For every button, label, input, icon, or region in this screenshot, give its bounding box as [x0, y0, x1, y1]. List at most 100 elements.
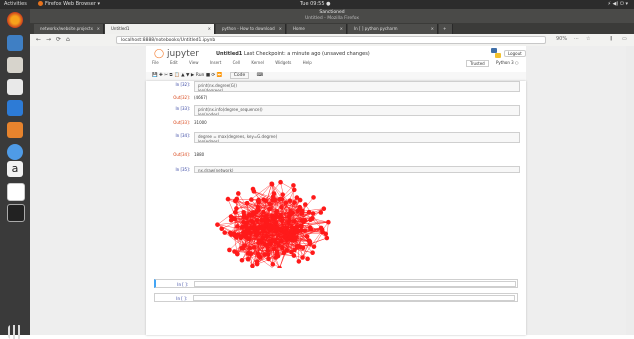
library-icon[interactable]: ⫼: [610, 36, 612, 42]
close-icon[interactable]: ×: [97, 24, 100, 34]
graph-node: [279, 205, 284, 210]
show-apps-icon[interactable]: [8, 325, 22, 339]
app-menu[interactable]: Firefox Web Browser ▾: [38, 1, 100, 7]
graph-node: [271, 262, 276, 267]
graph-node: [322, 206, 327, 211]
graph-node: [301, 246, 306, 251]
graph-node: [232, 231, 237, 236]
graph-node: [264, 219, 269, 224]
menu-widgets[interactable]: Widgets: [275, 60, 291, 65]
activities-button[interactable]: Activities: [4, 1, 27, 7]
code-editor[interactable]: [194, 281, 516, 287]
menu-insert[interactable]: Insert: [210, 60, 221, 65]
zoom-level[interactable]: 90%: [556, 36, 567, 42]
clock[interactable]: Tue 09:55 ●: [300, 1, 331, 7]
trusted-badge[interactable]: Trusted: [466, 60, 489, 67]
kernel-indicator[interactable]: Python 3 ○: [496, 60, 518, 65]
graph-node: [259, 218, 264, 223]
tab-pycharm[interactable]: In [ ] python pycharm×: [348, 24, 438, 34]
home-icon[interactable]: ⌂: [66, 36, 70, 43]
writer-icon[interactable]: [7, 100, 23, 116]
graph-node: [305, 257, 310, 262]
graph-node: [280, 192, 285, 197]
reload-icon[interactable]: ⟳: [56, 36, 61, 43]
graph-node: [222, 230, 227, 235]
graph-node: [303, 202, 308, 207]
system-tray[interactable]: ⚡ ◀) ⏻ ▾: [607, 1, 628, 7]
firefox-icon[interactable]: [7, 12, 23, 28]
graph-node: [252, 227, 257, 232]
code-editor[interactable]: print(nx.degree(G)) len(degrees): [194, 81, 520, 92]
empty-code-cell-selected[interactable]: In [ ]:: [154, 279, 518, 288]
close-icon[interactable]: ×: [340, 24, 343, 34]
graph-node: [300, 255, 305, 260]
graph-node: [219, 226, 224, 231]
close-icon[interactable]: ×: [208, 24, 211, 34]
new-tab-button[interactable]: +: [439, 24, 453, 34]
keyboard-icon[interactable]: ⌨: [257, 73, 264, 78]
graph-node: [266, 252, 271, 257]
graph-node: [293, 235, 298, 240]
tab-python-download[interactable]: python - How to download×: [216, 24, 286, 34]
input-prompt: In [32]:: [154, 82, 190, 87]
scrollbar[interactable]: [626, 46, 634, 335]
menu-edit[interactable]: Edit: [170, 60, 178, 65]
graph-node: [280, 246, 285, 251]
graph-node: [319, 210, 324, 215]
graph-node: [268, 202, 273, 207]
menu-file[interactable]: File: [152, 60, 159, 65]
graph-node: [272, 191, 277, 196]
terminal-icon[interactable]: [7, 204, 25, 222]
graph-node: [266, 257, 271, 262]
tab-networkx[interactable]: networkx/website.projectx×: [34, 24, 104, 34]
notebook-title[interactable]: Untitled1 Last Checkpoint: a minute ago …: [216, 51, 370, 57]
graph-node: [235, 251, 240, 256]
graph-node: [236, 191, 241, 196]
notebook-container: In [32]: print(nx.degree(G)) len(degrees…: [146, 81, 526, 335]
graph-node: [256, 252, 261, 257]
more-icon[interactable]: ···: [574, 36, 579, 42]
graph-node: [287, 218, 292, 223]
logout-button[interactable]: Logout: [504, 50, 526, 57]
window-title-bar: Sanctioned Untitled - Mozilla Firefox: [30, 9, 634, 23]
graph-node: [233, 210, 238, 215]
code-editor[interactable]: print(nx.info(degree_sequence)) len(node…: [194, 105, 520, 116]
graph-node: [291, 183, 296, 188]
output-prompt: Out[34]:: [154, 152, 190, 157]
back-icon[interactable]: ←: [36, 36, 41, 43]
close-icon[interactable]: ×: [279, 24, 282, 34]
graph-node: [283, 229, 288, 234]
graph-node: [227, 248, 232, 253]
jupyter-logo[interactable]: ◯ jupyter: [154, 49, 199, 59]
help-icon[interactable]: [7, 144, 23, 160]
forward-icon[interactable]: →: [46, 36, 51, 43]
menu-cell[interactable]: Cell: [233, 60, 240, 65]
close-icon[interactable]: ×: [431, 24, 434, 34]
bookmark-icon[interactable]: ☆: [586, 36, 590, 42]
cell-type-select[interactable]: Code: [230, 72, 250, 79]
menu-view[interactable]: View: [189, 60, 199, 65]
software-center-icon[interactable]: [7, 122, 23, 138]
graph-node: [311, 195, 316, 200]
empty-code-cell[interactable]: In [ ]:: [154, 293, 518, 302]
tab-untitled1[interactable]: Untitled1×: [105, 24, 215, 34]
url-field[interactable]: localhost:8888/notebooks/Untitled1.ipynb: [116, 36, 546, 44]
code-editor[interactable]: nx.draw(network): [194, 166, 520, 173]
graph-node: [277, 197, 282, 202]
graph-node: [245, 201, 250, 206]
settings-icon[interactable]: [7, 183, 25, 201]
files-icon[interactable]: [7, 57, 23, 73]
menu-help[interactable]: Help: [303, 60, 312, 65]
sidebar-icon[interactable]: ▭: [622, 36, 627, 42]
thunderbird-icon[interactable]: [7, 35, 23, 51]
code-editor[interactable]: [193, 295, 515, 301]
code-editor[interactable]: degree = max(degrees, key=G.degree) len(…: [194, 132, 520, 143]
tab-home[interactable]: Home×: [287, 24, 347, 34]
menu-kernel[interactable]: Kernel: [251, 60, 264, 65]
graph-node: [271, 225, 276, 230]
graph-edge: [314, 232, 323, 247]
input-prompt: In [34]:: [154, 133, 190, 138]
toolbar-icons[interactable]: 💾 ✚ ✂ ⧉ 📋 ▲ ▼ ▶ Run ■ ⟳ ⏩: [152, 73, 222, 78]
rhythmbox-icon[interactable]: [7, 79, 23, 95]
amazon-icon[interactable]: a: [7, 161, 23, 177]
